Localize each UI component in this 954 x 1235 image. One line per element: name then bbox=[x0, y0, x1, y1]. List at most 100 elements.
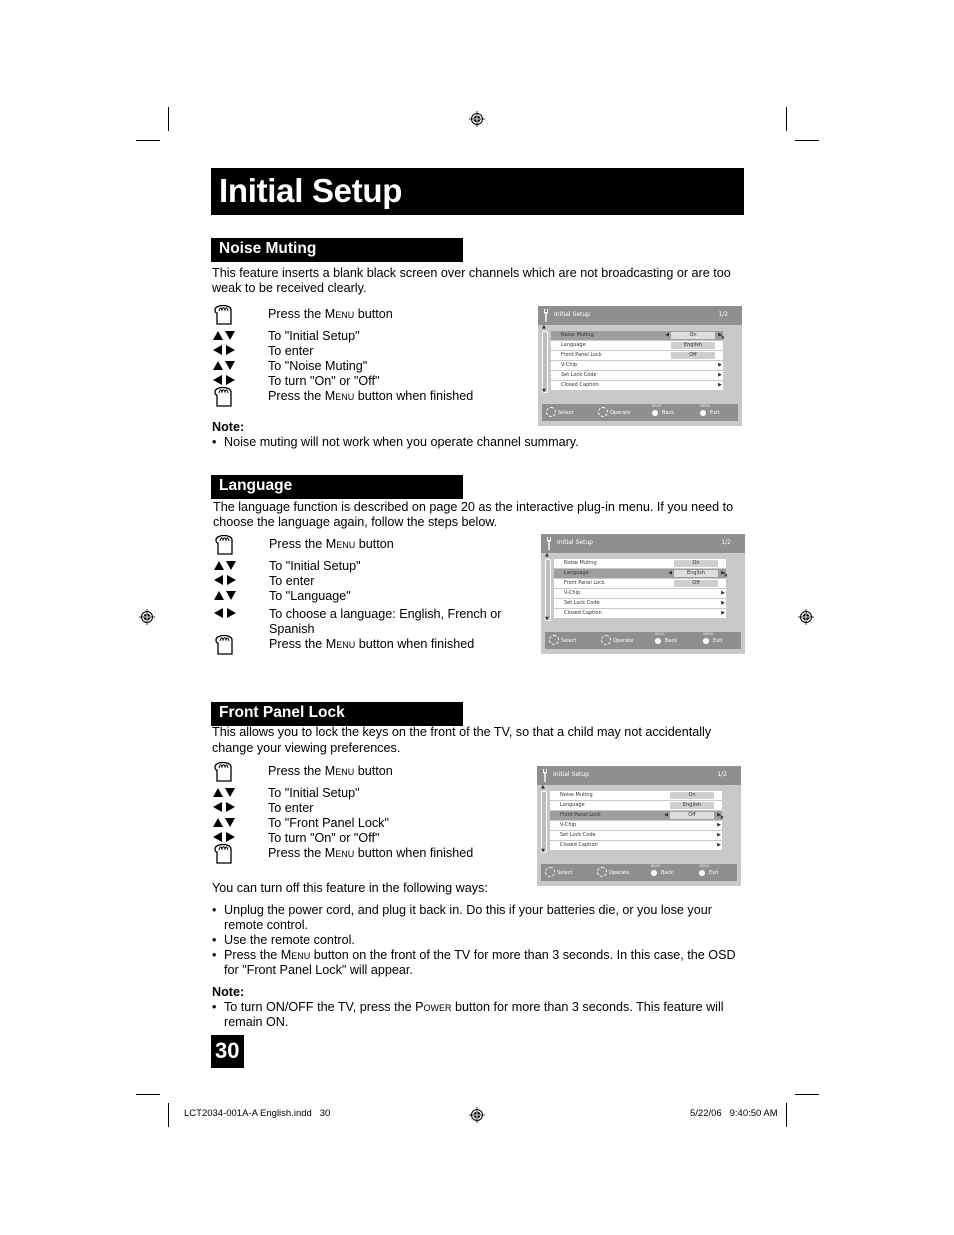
osd-menu-item-label: V-Chip bbox=[560, 822, 577, 828]
step-text: To turn "On" or "Off" bbox=[268, 374, 380, 388]
osd-menu-item[interactable]: Noise Muting On bbox=[554, 559, 726, 568]
step-text: Press the Menu button when finished bbox=[268, 846, 474, 860]
select-dial-icon bbox=[545, 867, 555, 877]
step-text: To enter bbox=[268, 344, 314, 358]
operate-dial-icon bbox=[601, 635, 611, 645]
osd-menu-item-value: Off bbox=[670, 812, 714, 819]
osd-menu-item-value: Off bbox=[671, 352, 715, 359]
crop-mark bbox=[136, 1094, 160, 1095]
osd-menu-item-label: Set Lock Code bbox=[561, 372, 597, 378]
scroll-up-icon: ▲ bbox=[541, 784, 545, 790]
step-text: To enter bbox=[268, 801, 314, 815]
scroll-up-icon: ▲ bbox=[542, 324, 546, 330]
osd-menu-item-value: Off bbox=[674, 580, 718, 587]
section-heading-front-panel-lock: Front Panel Lock bbox=[211, 702, 463, 726]
osd-screen-language: Initial Setup 1/2 ▲ ▼ Noise Muting On Language… bbox=[541, 534, 745, 654]
osd-scrollbar[interactable] bbox=[541, 791, 547, 853]
hand-icon bbox=[213, 631, 239, 655]
osd-menu-item[interactable]: V-Chip ▶ bbox=[554, 589, 726, 598]
osd-menu-item-label: Language bbox=[561, 342, 586, 348]
osd-menu-item[interactable]: Front Panel Lock Off bbox=[551, 351, 723, 360]
osd-scrollbar[interactable] bbox=[545, 559, 551, 621]
page-title-bar: Initial Setup bbox=[211, 168, 744, 215]
osd-scrollbar[interactable] bbox=[542, 331, 548, 393]
step-text: Press the Menu button bbox=[268, 307, 393, 321]
page-number-box: 30 bbox=[211, 1035, 244, 1068]
menu-key-label: Menu bbox=[280, 948, 311, 962]
osd-menu-item[interactable]: Language English ◀ ▶ bbox=[554, 569, 726, 578]
submenu-arrow-icon: ▶ bbox=[718, 382, 722, 388]
osd-menu-item[interactable]: V-Chip ▶ bbox=[551, 361, 723, 370]
operate-dial-icon bbox=[597, 867, 607, 877]
osd-footer-back: Back bbox=[662, 410, 675, 416]
osd-menu-item[interactable]: V-Chip ▶ bbox=[550, 821, 722, 830]
noise-muting-intro: This feature inserts a blank black scree… bbox=[212, 266, 731, 295]
osd-menu-item-label: Noise Muting bbox=[564, 560, 597, 566]
front-panel-lock-intro: This allows you to lock the keys on the … bbox=[212, 725, 712, 755]
osd-footer: Select Operate BACK Back MENU Exit bbox=[542, 404, 738, 421]
crop-mark bbox=[795, 140, 819, 141]
osd-screen-front-panel-lock: Initial Setup 1/2 ▲ ▼ Noise Muting On Language… bbox=[537, 766, 741, 886]
osd-header: Initial Setup 1/2 bbox=[538, 306, 742, 325]
osd-menu-item[interactable]: Noise Muting On bbox=[550, 791, 722, 800]
submenu-arrow-icon: ▶ bbox=[717, 842, 721, 848]
osd-menu-item-label: Closed Caption bbox=[561, 382, 599, 388]
power-key-label: Power bbox=[415, 1000, 452, 1014]
osd-menu-item[interactable]: Front Panel Lock Off ◀ ▶ bbox=[550, 811, 722, 820]
osd-menu-item-label: Set Lock Code bbox=[560, 832, 596, 838]
osd-menu-item-label: Set Lock Code bbox=[564, 600, 600, 606]
wrench-icon bbox=[547, 537, 551, 550]
submenu-arrow-icon: ▶ bbox=[718, 362, 722, 368]
page-number: 30 bbox=[215, 1038, 240, 1063]
osd-menu-item-label: Language bbox=[560, 802, 585, 808]
step-text: To "Initial Setup" bbox=[268, 329, 360, 343]
osd-menu-item[interactable]: Set Lock Code ▶ bbox=[550, 831, 722, 840]
menu-key-label: Menu bbox=[324, 389, 355, 403]
hand-icon bbox=[213, 531, 239, 555]
menu-key-label: Menu bbox=[324, 307, 355, 321]
step-text: Press the Menu button when finished bbox=[269, 637, 475, 651]
left-right-arrows-icon bbox=[212, 344, 238, 359]
left-right-arrows-icon bbox=[213, 607, 239, 622]
registration-mark-icon bbox=[139, 609, 155, 625]
crop-mark bbox=[168, 107, 169, 131]
up-down-arrows-icon bbox=[213, 559, 239, 574]
back-key-caption: BACK bbox=[655, 632, 665, 636]
osd-menu-item-value: English bbox=[671, 342, 715, 349]
osd-menu-item[interactable]: Language English bbox=[550, 801, 722, 810]
osd-menu-item[interactable]: Noise Muting On ◀ ▶ bbox=[551, 331, 723, 340]
osd-footer-select: Select bbox=[558, 410, 574, 416]
osd-menu-item[interactable]: Closed Caption ▶ bbox=[551, 381, 723, 390]
submenu-arrow-icon: ▶ bbox=[721, 610, 725, 616]
crop-mark bbox=[168, 1103, 169, 1127]
step-text: Press the Menu button when finished bbox=[268, 389, 474, 403]
menu-key-label: Menu bbox=[324, 846, 355, 860]
back-key-caption: BACK bbox=[651, 864, 661, 868]
osd-menu-item[interactable]: Language English bbox=[551, 341, 723, 350]
section-heading-noise-muting: Noise Muting bbox=[211, 238, 463, 262]
osd-menu-item[interactable]: Closed Caption ▶ bbox=[554, 609, 726, 618]
hand-icon bbox=[212, 301, 238, 325]
exit-button-icon bbox=[699, 870, 705, 876]
osd-menu-item[interactable]: Closed Caption ▶ bbox=[550, 841, 722, 850]
step-text: To choose a language: English, French or… bbox=[269, 607, 502, 636]
select-dial-icon bbox=[549, 635, 559, 645]
crop-mark bbox=[136, 140, 160, 141]
submenu-arrow-icon: ▶ bbox=[718, 372, 722, 378]
osd-title: Initial Setup bbox=[554, 311, 590, 318]
scroll-down-icon: ▼ bbox=[545, 616, 549, 622]
osd-menu-item-label: Front Panel Lock bbox=[561, 352, 602, 358]
osd-footer: Select Operate BACK Back MENU Exit bbox=[541, 864, 737, 881]
submenu-arrow-icon: ▶ bbox=[717, 822, 721, 828]
operate-dial-icon bbox=[598, 407, 608, 417]
osd-menu-item-label: Noise Muting bbox=[561, 332, 594, 338]
osd-menu-item[interactable]: Front Panel Lock Off bbox=[554, 579, 726, 588]
hand-icon bbox=[212, 383, 238, 407]
osd-menu-item[interactable]: Set Lock Code ▶ bbox=[554, 599, 726, 608]
osd-footer-back: Back bbox=[665, 638, 678, 644]
step-text: To "Noise Muting" bbox=[268, 359, 368, 373]
osd-menu-item[interactable]: Set Lock Code ▶ bbox=[551, 371, 723, 380]
submenu-arrow-icon: ▶ bbox=[717, 832, 721, 838]
scroll-down-icon: ▼ bbox=[541, 848, 545, 854]
ways-intro: You can turn off this feature in the fol… bbox=[212, 881, 488, 895]
